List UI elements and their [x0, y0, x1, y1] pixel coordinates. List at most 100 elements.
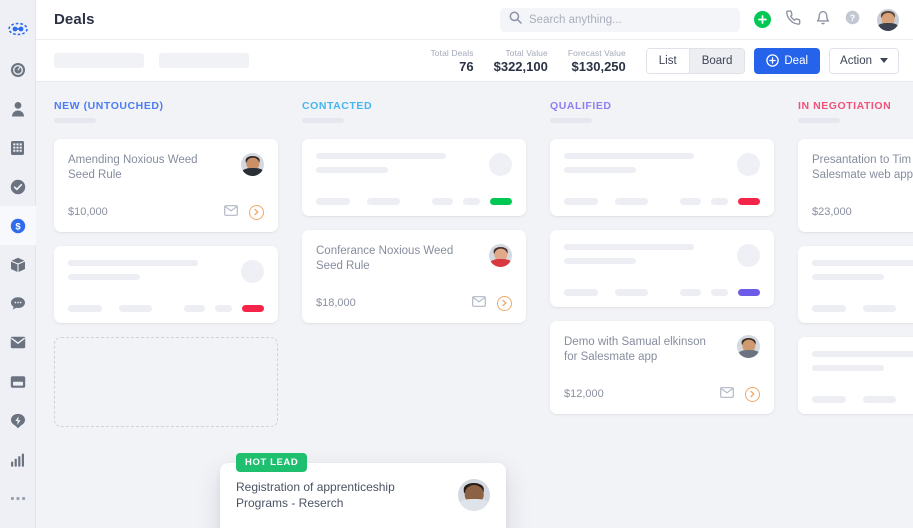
- chat-bubble-icon: [10, 296, 26, 311]
- skeleton-pill: [564, 198, 598, 205]
- sidebar-item-deals[interactable]: $: [0, 206, 36, 245]
- chevron-right-circle-icon[interactable]: [497, 295, 512, 311]
- skeleton-pill: [68, 305, 102, 312]
- sidebar-item-companies[interactable]: [0, 128, 36, 167]
- skeleton-card[interactable]: [550, 230, 774, 307]
- bell-icon: [816, 10, 830, 30]
- skeleton-card[interactable]: [798, 246, 913, 323]
- search-icon: [509, 11, 522, 29]
- help-button[interactable]: ?: [845, 10, 860, 30]
- card-top: [316, 153, 512, 176]
- ellipsis-icon: [10, 496, 26, 501]
- add-button[interactable]: [754, 11, 771, 28]
- status-badge: HOT LEAD: [236, 453, 308, 472]
- filter-placeholder-1[interactable]: [54, 53, 144, 68]
- skeleton-footer: [564, 198, 760, 205]
- skeleton-card[interactable]: [798, 337, 913, 414]
- stat-value: $322,100: [493, 59, 548, 74]
- sidebar-item-more[interactable]: [0, 479, 36, 518]
- card-dropzone[interactable]: [54, 337, 278, 427]
- global-search[interactable]: [500, 7, 740, 32]
- dragged-deal-card[interactable]: HOT LEAD Registration of apprenticeship …: [220, 453, 506, 528]
- sidebar-item-logo[interactable]: [0, 8, 36, 50]
- add-deal-label: Deal: [784, 54, 809, 67]
- skeleton-pill: [215, 305, 233, 312]
- board-columns: NEW (UNTOUCHED) Amending Noxious Weed Se…: [36, 100, 913, 428]
- column-subbar: [798, 118, 840, 123]
- mail-icon[interactable]: [472, 294, 486, 312]
- stat-label: Total Deals: [430, 48, 474, 58]
- app-root: $ Deals Search anything... ? Total Deals…: [0, 0, 913, 528]
- add-deal-button[interactable]: Deal: [754, 47, 821, 74]
- sidebar-item-inbox[interactable]: [0, 362, 36, 401]
- call-button[interactable]: [786, 9, 801, 30]
- sidebar-item-products[interactable]: [0, 245, 36, 284]
- avatar: [737, 335, 760, 358]
- skeleton-line: [316, 153, 446, 159]
- search-input[interactable]: [529, 13, 731, 26]
- sidebar-item-messages[interactable]: [0, 284, 36, 323]
- plus-circle-outline-icon: [766, 54, 780, 67]
- deal-amount: $23,000: [812, 206, 852, 218]
- skeleton-line: [564, 258, 636, 264]
- salesmate-logo-icon: [7, 22, 28, 36]
- top-header-bar: Deals Search anything... ?: [36, 0, 913, 40]
- action-label: Action: [840, 54, 872, 67]
- check-circle-icon: [10, 179, 26, 195]
- skeleton-pill: [862, 396, 897, 403]
- card-top: Registration of apprenticeship Programs …: [236, 479, 490, 511]
- deals-board: NEW (UNTOUCHED) Amending Noxious Weed Se…: [36, 82, 913, 528]
- inbox-tray-icon: [10, 375, 26, 389]
- sidebar-item-dashboard[interactable]: [0, 50, 36, 89]
- column-subbar: [54, 118, 96, 123]
- column-title: NEW (UNTOUCHED): [54, 100, 164, 112]
- skeleton-pill: [316, 198, 350, 205]
- user-avatar[interactable]: [877, 8, 899, 31]
- chevron-down-icon: [880, 58, 888, 63]
- sidebar-item-contacts[interactable]: [0, 89, 36, 128]
- card-top: [812, 260, 913, 283]
- deal-card[interactable]: Demo with Samual elkinson for Salesmate …: [550, 321, 774, 414]
- action-dropdown[interactable]: Action: [829, 47, 899, 74]
- sidebar-item-automation[interactable]: [0, 401, 36, 440]
- sidebar-item-reports[interactable]: [0, 440, 36, 479]
- card-top: Demo with Samual elkinson for Salesmate …: [564, 335, 760, 365]
- column-cards: Amending Noxious Weed Seed Rule $10,000: [54, 139, 278, 427]
- skeleton-footer: [564, 289, 760, 296]
- card-bottom: $18,000: [316, 294, 512, 312]
- skeleton-line: [812, 351, 913, 357]
- skeleton-line: [564, 244, 694, 250]
- skeleton-card[interactable]: [550, 139, 774, 216]
- view-board-tab[interactable]: Board: [688, 48, 745, 73]
- skeleton-avatar: [737, 153, 760, 176]
- deal-card[interactable]: Presantation to Tim cook for Salesmate w…: [798, 139, 913, 232]
- status-badge: [738, 198, 760, 205]
- sidebar-item-activities[interactable]: [0, 167, 36, 206]
- skeleton-card[interactable]: [54, 246, 278, 323]
- skeleton-pill: [862, 305, 897, 312]
- mail-icon[interactable]: [224, 203, 238, 221]
- skeleton-line: [316, 167, 388, 173]
- skeleton-pill: [184, 305, 206, 312]
- skeleton-line: [812, 365, 884, 371]
- deal-amount: $18,000: [316, 297, 356, 309]
- deal-title: Conferance Noxious Weed Seed Rule: [316, 245, 454, 272]
- sidebar-item-email[interactable]: [0, 323, 36, 362]
- mail-icon[interactable]: [720, 385, 734, 403]
- notifications-button[interactable]: [816, 10, 830, 30]
- chevron-right-circle-icon[interactable]: [745, 386, 760, 402]
- deal-card[interactable]: Amending Noxious Weed Seed Rule $10,000: [54, 139, 278, 232]
- skeleton-pill: [463, 198, 481, 205]
- chevron-right-circle-icon[interactable]: [249, 204, 264, 220]
- skeleton-pill: [366, 198, 401, 205]
- view-switcher: List Board: [645, 47, 746, 74]
- skeleton-card[interactable]: [302, 139, 526, 216]
- skeleton-pill: [680, 289, 702, 296]
- card-actions: [224, 203, 264, 221]
- card-top: [68, 260, 264, 283]
- skeleton-avatar: [737, 244, 760, 267]
- skeleton-avatar: [241, 260, 264, 283]
- filter-placeholder-2[interactable]: [159, 53, 249, 68]
- deal-card[interactable]: Conferance Noxious Weed Seed Rule $18,00…: [302, 230, 526, 323]
- view-list-tab[interactable]: List: [646, 48, 689, 73]
